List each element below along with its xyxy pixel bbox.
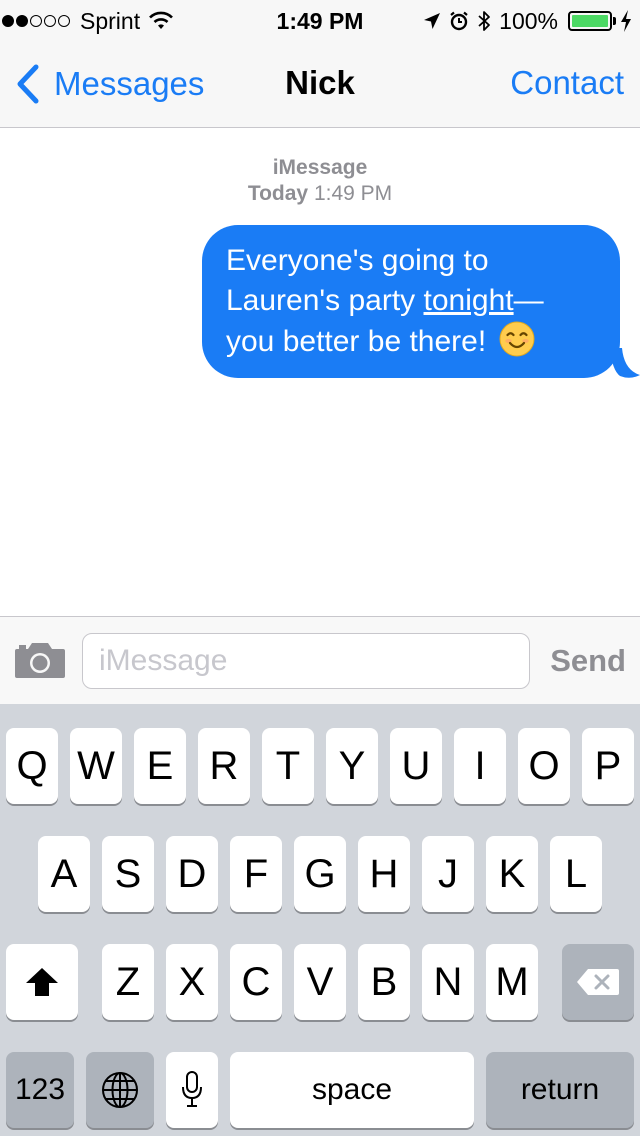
message-input[interactable] xyxy=(82,633,530,689)
message-dash: — xyxy=(513,284,544,317)
message-composer: Send xyxy=(0,616,640,704)
camera-button[interactable] xyxy=(14,641,66,684)
key-m[interactable]: M xyxy=(486,944,538,1020)
smiling-face-emoji-icon xyxy=(499,321,535,357)
key-r[interactable]: R xyxy=(198,728,250,804)
message-line: Everyone's going to xyxy=(226,244,489,277)
dictation-key[interactable] xyxy=(166,1052,218,1128)
key-n[interactable]: N xyxy=(422,944,474,1020)
battery-body xyxy=(568,11,612,31)
alarm-icon xyxy=(450,11,468,31)
navigation-bar: Messages Nick Contact xyxy=(0,40,640,128)
outgoing-message-bubble[interactable]: Everyone's going to Lauren's party tonig… xyxy=(202,225,640,378)
date-link[interactable]: tonight xyxy=(424,284,514,317)
status-right: 100% xyxy=(423,6,632,36)
key-a[interactable]: A xyxy=(38,836,90,912)
chevron-left-icon xyxy=(17,64,39,104)
delete-key[interactable] xyxy=(562,944,634,1020)
key-h[interactable]: H xyxy=(358,836,410,912)
key-q[interactable]: Q xyxy=(6,728,58,804)
key-t[interactable]: T xyxy=(262,728,314,804)
key-s[interactable]: S xyxy=(102,836,154,912)
globe-key[interactable] xyxy=(86,1052,154,1128)
key-g[interactable]: G xyxy=(294,836,346,912)
service-label: iMessage xyxy=(272,156,368,179)
timestamp-line: Today 1:49 PM xyxy=(0,181,640,207)
key-k[interactable]: K xyxy=(486,836,538,912)
key-u[interactable]: U xyxy=(390,728,442,804)
numbers-key[interactable]: 123 xyxy=(6,1052,74,1128)
battery-percent: 100% xyxy=(499,7,558,34)
signal-dot xyxy=(30,15,42,27)
battery-level xyxy=(572,15,608,27)
key-o[interactable]: O xyxy=(518,728,570,804)
camera-icon xyxy=(15,643,65,678)
key-l[interactable]: L xyxy=(550,836,602,912)
status-left: Sprint xyxy=(0,6,174,36)
signal-dot xyxy=(2,15,14,27)
back-button-label: Messages xyxy=(54,65,205,102)
signal-strength xyxy=(2,15,72,27)
carrier-name: Sprint xyxy=(80,7,141,34)
status-bar: Sprint 1:49 PM 100% xyxy=(0,0,640,40)
return-key[interactable]: return xyxy=(486,1052,634,1128)
key-f[interactable]: F xyxy=(230,836,282,912)
key-x[interactable]: X xyxy=(166,944,218,1020)
signal-dot xyxy=(16,15,28,27)
wifi-icon xyxy=(149,11,174,29)
backspace-icon xyxy=(577,969,619,995)
key-j[interactable]: J xyxy=(422,836,474,912)
send-button[interactable]: Send xyxy=(550,643,626,679)
shift-key[interactable] xyxy=(6,944,78,1020)
battery-icon xyxy=(568,11,616,31)
key-z[interactable]: Z xyxy=(102,944,154,1020)
message-line: Lauren's party xyxy=(226,284,424,317)
key-v[interactable]: V xyxy=(294,944,346,1020)
keyboard: Q W E R T Y U I O P A S D F G H J K L Z … xyxy=(0,704,640,1136)
back-button[interactable]: Messages xyxy=(16,64,204,104)
timestamp-day: Today xyxy=(247,182,309,205)
key-y[interactable]: Y xyxy=(326,728,378,804)
key-i[interactable]: I xyxy=(454,728,506,804)
key-c[interactable]: C xyxy=(230,944,282,1020)
signal-dot xyxy=(44,15,56,27)
location-arrow-icon xyxy=(424,13,441,29)
key-b[interactable]: B xyxy=(358,944,410,1020)
key-e[interactable]: E xyxy=(134,728,186,804)
charging-bolt-icon xyxy=(621,10,631,32)
key-p[interactable]: P xyxy=(582,728,634,804)
signal-dot xyxy=(58,15,70,27)
bubble-tail xyxy=(610,348,640,378)
message-line: you better be there! xyxy=(226,325,487,358)
message-timestamp: iMessage Today 1:49 PM xyxy=(0,155,640,207)
microphone-icon xyxy=(182,1071,202,1107)
globe-icon xyxy=(102,1072,138,1108)
message-text: Everyone's going to Lauren's party tonig… xyxy=(226,241,596,362)
contact-button[interactable]: Contact xyxy=(510,64,624,102)
timestamp-time: 1:49 PM xyxy=(313,182,393,205)
bluetooth-icon xyxy=(478,11,491,31)
space-key[interactable]: space xyxy=(230,1052,474,1128)
shift-arrow-icon xyxy=(26,968,58,996)
key-d[interactable]: D xyxy=(166,836,218,912)
battery-tip xyxy=(613,17,616,25)
conversation-view[interactable]: iMessage Today 1:49 PM Everyone's going … xyxy=(0,129,640,616)
key-w[interactable]: W xyxy=(70,728,122,804)
message-row: Everyone's going to Lauren's party tonig… xyxy=(202,225,640,378)
